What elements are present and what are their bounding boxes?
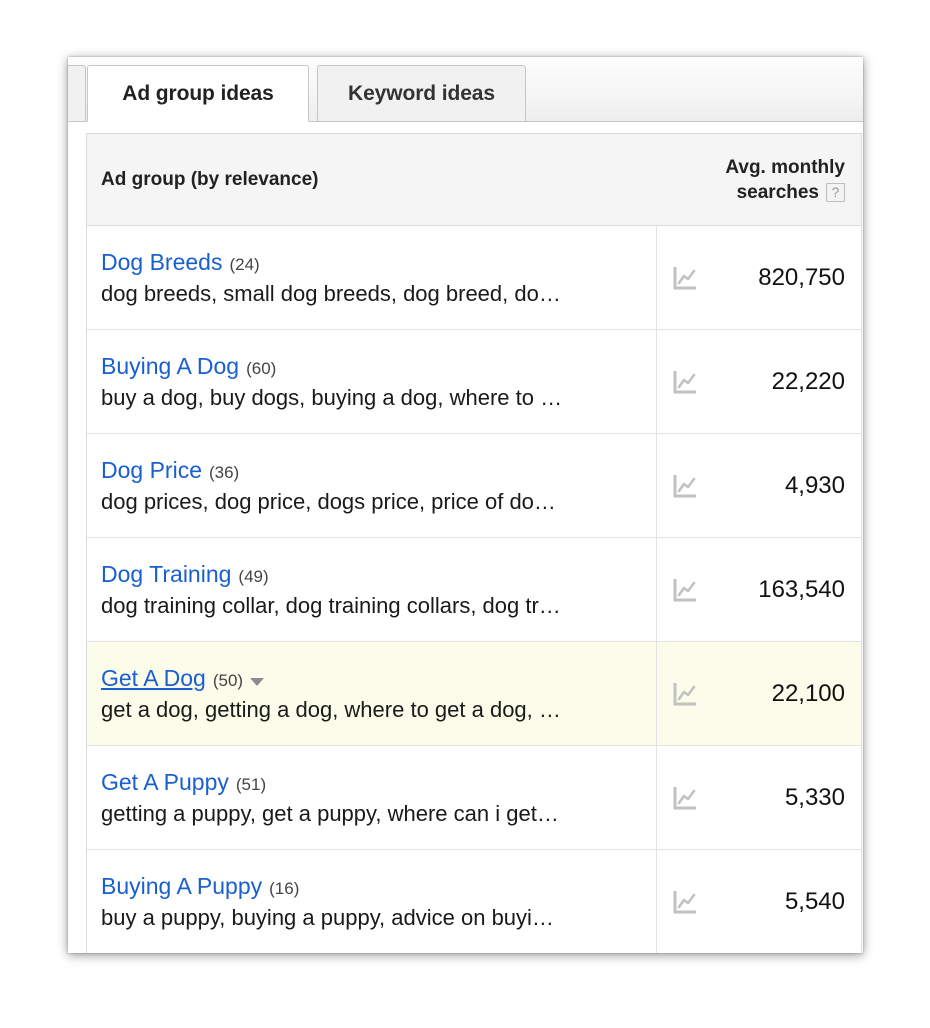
ad-group-title-line: Get A Dog (50) <box>101 665 646 692</box>
avg-monthly-searches-value: 4,930 <box>784 471 845 499</box>
avg-monthly-searches-value: 5,330 <box>784 783 845 811</box>
ad-group-keywords: getting a puppy, get a puppy, where can … <box>101 800 559 826</box>
line-chart-icon[interactable] <box>671 368 699 396</box>
line-chart-icon[interactable] <box>671 264 699 292</box>
ad-group-keywords: dog breeds, small dog breeds, dog breed,… <box>101 280 561 306</box>
tab-ad-group-ideas[interactable]: Ad group ideas <box>87 65 309 122</box>
ad-group-keyword-count: (60) <box>246 358 277 378</box>
cell-avg-monthly-searches: 22,100 <box>656 642 861 745</box>
table-header-row: Ad group (by relevance) Avg. monthly sea… <box>87 134 861 226</box>
cell-avg-monthly-searches: 5,330 <box>656 746 861 849</box>
cell-ad-group: Get A Puppy (51) getting a puppy, get a pu… <box>87 746 656 849</box>
help-icon[interactable]: ? <box>826 182 845 202</box>
ad-group-title-line: Dog Breeds (24) <box>101 249 646 276</box>
tab-strip-left-stub <box>68 65 86 122</box>
cell-avg-monthly-searches: 4,930 <box>656 434 861 537</box>
avg-monthly-searches-value: 820,750 <box>758 263 845 291</box>
ad-group-keyword-count: (36) <box>208 462 240 482</box>
column-header-ad-group[interactable]: Ad group (by relevance) <box>87 134 656 225</box>
line-chart-icon[interactable] <box>671 784 699 812</box>
column-header-avg-monthly-searches[interactable]: Avg. monthly searches ? <box>656 134 861 225</box>
ad-group-keywords: dog training collar, dog training collar… <box>101 592 561 618</box>
cell-ad-group: Dog Training (49) dog training collar, dog… <box>87 538 656 641</box>
cell-ad-group: Dog Breeds (24) dog breeds, small dog bree… <box>87 226 656 329</box>
table-row[interactable]: Get A Puppy (51) getting a puppy, get a pu… <box>87 746 861 850</box>
ad-group-keyword-count: (49) <box>238 566 269 586</box>
ad-group-title-line: Dog Price (36) <box>101 457 646 484</box>
ad-group-keyword-count: (51) <box>235 774 267 794</box>
ad-group-keyword-count: (50) <box>212 670 244 690</box>
ad-group-keyword-count: (16) <box>269 878 300 898</box>
line-chart-icon[interactable] <box>671 576 699 604</box>
tab-strip: Ad group ideas Keyword ideas <box>68 57 863 122</box>
ad-group-keyword-count: (24) <box>229 254 260 274</box>
ad-group-ideas-panel: Ad group ideas Keyword ideas Ad group (b… <box>68 57 863 953</box>
cell-avg-monthly-searches: 22,220 <box>656 330 861 433</box>
cell-ad-group: Buying A Puppy (16) buy a puppy, buying a … <box>87 850 656 953</box>
cell-avg-monthly-searches: 163,540 <box>656 538 861 641</box>
cell-avg-monthly-searches: 5,540 <box>656 850 861 953</box>
table-row[interactable]: Dog Price (36) dog prices, dog price, dogs… <box>87 434 861 538</box>
line-chart-icon[interactable] <box>671 472 699 500</box>
table-row[interactable]: Buying A Dog (60) buy a dog, buy dogs, buy… <box>87 330 861 434</box>
table-body: Dog Breeds (24) dog breeds, small dog bree… <box>87 226 861 953</box>
avg-monthly-searches-value: 163,540 <box>758 575 845 603</box>
ad-group-title-line: Get A Puppy (51) <box>101 769 646 796</box>
ad-group-link[interactable]: Dog Price <box>101 457 202 484</box>
ad-group-title-line: Dog Training (49) <box>101 561 646 588</box>
cell-ad-group: Buying A Dog (60) buy a dog, buy dogs, buy… <box>87 330 656 433</box>
ad-group-link[interactable]: Dog Training <box>101 561 231 588</box>
ad-group-keywords: dog prices, dog price, dogs price, price… <box>101 488 556 514</box>
avg-monthly-searches-value: 22,220 <box>771 367 845 395</box>
avg-monthly-searches-value: 22,100 <box>771 679 845 707</box>
table-row[interactable]: Buying A Puppy (16) buy a puppy, buying a … <box>87 850 861 953</box>
avg-monthly-searches-value: 5,540 <box>784 887 845 915</box>
ad-group-link[interactable]: Buying A Dog <box>101 353 239 380</box>
cell-avg-monthly-searches: 820,750 <box>656 226 861 329</box>
ad-group-title-line: Buying A Dog (60) <box>101 353 646 380</box>
ad-group-ideas-table: Ad group (by relevance) Avg. monthly sea… <box>86 133 862 953</box>
column-header-line-2: searches <box>736 181 819 203</box>
ad-group-keywords: buy a puppy, buying a puppy, advice on b… <box>101 904 554 930</box>
ad-group-link[interactable]: Get A Dog <box>101 665 206 692</box>
column-header-line-2-wrap: searches ? <box>737 180 845 205</box>
tab-keyword-ideas[interactable]: Keyword ideas <box>317 65 526 122</box>
cell-ad-group: Get A Dog (50) get a dog, getting a dog, w… <box>87 642 656 745</box>
table-row[interactable]: Dog Training (49) dog training collar, dog… <box>87 538 861 642</box>
table-row[interactable]: Dog Breeds (24) dog breeds, small dog bree… <box>87 226 861 330</box>
ad-group-link[interactable]: Dog Breeds <box>101 249 222 276</box>
line-chart-icon[interactable] <box>671 680 699 708</box>
ad-group-link[interactable]: Buying A Puppy <box>101 873 262 900</box>
ad-group-keywords: get a dog, getting a dog, where to get a… <box>101 696 561 722</box>
cell-ad-group: Dog Price (36) dog prices, dog price, dogs… <box>87 434 656 537</box>
ad-group-title-line: Buying A Puppy (16) <box>101 873 646 900</box>
column-header-line-1: Avg. monthly <box>725 156 845 178</box>
table-row[interactable]: Get A Dog (50) get a dog, getting a dog, w… <box>87 642 861 746</box>
ad-group-keywords: buy a dog, buy dogs, buying a dog, where… <box>101 384 563 410</box>
chevron-down-icon[interactable] <box>250 677 265 686</box>
line-chart-icon[interactable] <box>671 888 699 916</box>
ad-group-link[interactable]: Get A Puppy <box>101 769 229 796</box>
